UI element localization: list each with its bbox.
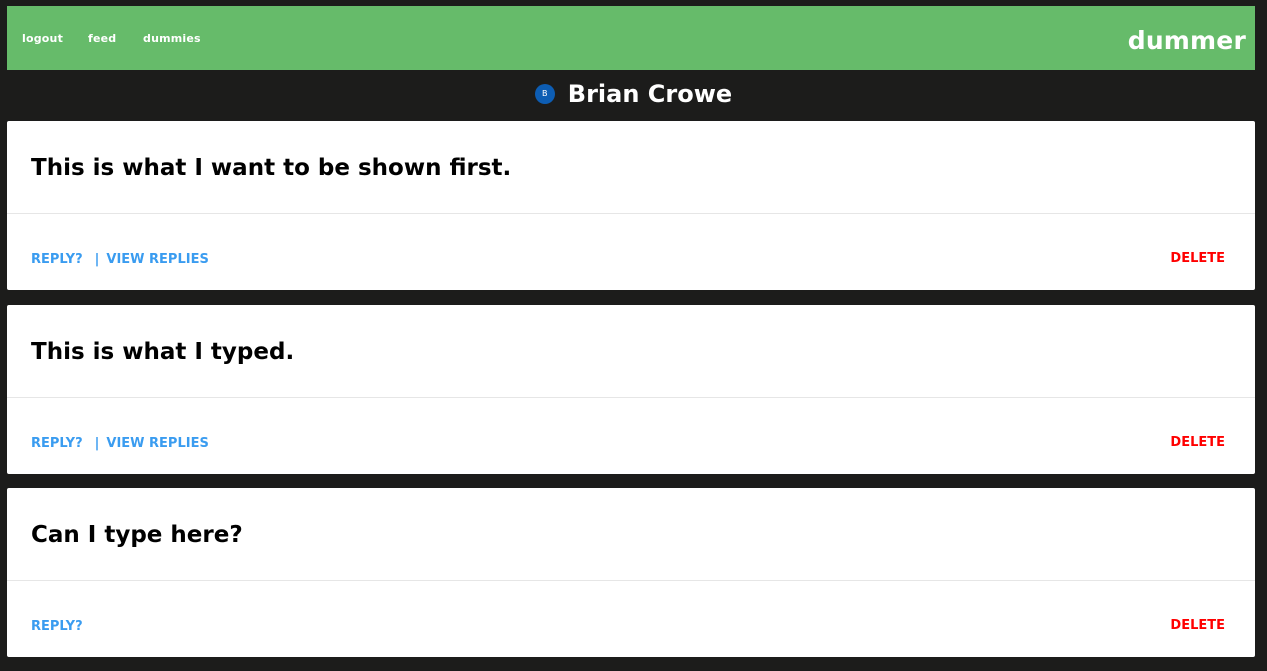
profile-name: Brian Crowe <box>567 80 733 108</box>
reply-button[interactable]: REPLY? <box>31 252 83 267</box>
post-divider <box>7 580 1255 581</box>
post-card: This is what I want to be shown first. R… <box>7 121 1255 290</box>
reply-button[interactable]: REPLY? <box>31 619 83 634</box>
post-actions: REPLY? | VIEW REPLIES <box>31 434 209 452</box>
view-replies-button[interactable]: VIEW REPLIES <box>106 252 208 267</box>
brand-logo[interactable]: dummer <box>1128 26 1246 56</box>
post-card: Can I type here? REPLY? DELETE <box>7 488 1255 657</box>
action-separator: | <box>94 251 100 267</box>
delete-button[interactable]: DELETE <box>1170 434 1225 452</box>
navbar: logout feed dummies dummer <box>7 6 1255 70</box>
nav-feed-link[interactable]: feed <box>88 32 116 45</box>
post-divider <box>7 213 1255 214</box>
reply-button[interactable]: REPLY? <box>31 436 83 451</box>
avatar: B <box>534 84 555 104</box>
profile-header: B Brian Crowe <box>0 78 1267 112</box>
nav-dummies-link[interactable]: dummies <box>143 32 201 45</box>
post-text: This is what I want to be shown first. <box>31 155 512 181</box>
post-actions: REPLY? <box>31 617 83 635</box>
post-card: This is what I typed. REPLY? | VIEW REPL… <box>7 305 1255 474</box>
post-divider <box>7 397 1255 398</box>
delete-button[interactable]: DELETE <box>1170 250 1225 268</box>
post-text: Can I type here? <box>31 522 243 548</box>
view-replies-button[interactable]: VIEW REPLIES <box>106 436 208 451</box>
action-separator: | <box>94 435 100 451</box>
delete-button[interactable]: DELETE <box>1170 617 1225 635</box>
nav-logout-link[interactable]: logout <box>22 32 63 45</box>
post-text: This is what I typed. <box>31 339 295 365</box>
post-actions: REPLY? | VIEW REPLIES <box>31 250 209 268</box>
